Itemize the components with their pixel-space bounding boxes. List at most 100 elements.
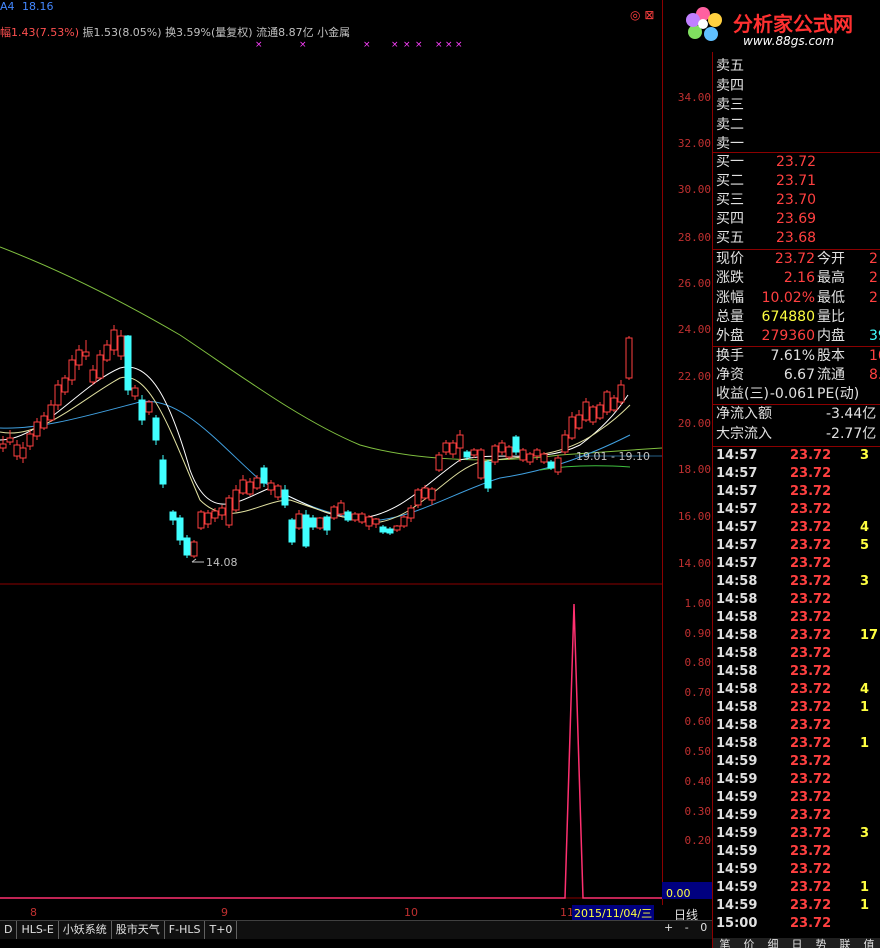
quote-label: 涨跌 [716,270,744,287]
indicator-current-box: 0.00 [662,882,712,900]
quote-label: 外盘 [716,328,744,345]
candle-body [330,506,338,519]
candle-body [442,442,450,453]
tab-xiaoyao[interactable]: 小妖系统 [59,921,112,939]
panel-tab[interactable]: 值 [857,939,880,948]
candle-body [117,335,125,357]
candle-body [218,507,226,516]
tick-price: 23.72 [790,862,832,877]
sell-level-label: 卖四 [716,77,744,94]
tick-volume: 1 [860,700,870,715]
tick-row: 14:57 23.72 5 [716,537,869,555]
tab-hls-e[interactable]: HLS-E [17,921,59,939]
candle-body [61,377,69,393]
tick-price: 23.72 [790,682,832,697]
price-tick: 34.00 [677,91,711,104]
svg-text:×: × [299,40,307,50]
candle-body [337,502,345,515]
candle-body [505,446,513,458]
tick-row: 14:59 23.72 3 [716,825,869,843]
panel-tab[interactable]: 笔 [713,939,737,948]
panel-tab[interactable]: 细 [761,939,785,948]
tick-time: 14:57 [716,538,758,553]
tick-row: 14:59 23.72 [716,843,860,861]
tick-price: 23.72 [790,448,832,463]
tick-time: 14:57 [716,466,758,481]
tab-market-weather[interactable]: 股市天气 [112,921,165,939]
candle-body [498,442,506,453]
indicator-tick: 0.50 [684,745,712,758]
candle-body [449,442,457,455]
indicator-tick: 0.80 [684,656,712,669]
tick-row: 14:59 23.72 [716,753,860,771]
candle-body [232,489,240,511]
zoom-controls: + - 0 [664,921,707,934]
buy-level-price: 23.71 [776,173,817,189]
tick-time: 14:58 [716,664,758,679]
svg-text:×: × [455,40,463,50]
candle-body [246,481,254,495]
zoom-in-button[interactable]: + [664,921,673,934]
indicator-line [0,603,662,899]
tab-f-hls[interactable]: F-HLS [165,921,206,939]
candle-body [159,459,167,485]
panel-tab[interactable]: 价 [737,939,761,948]
svg-text:×: × [445,40,453,50]
tab-d[interactable]: D [0,921,18,939]
tick-row: 14:57 23.72 [716,465,860,483]
x-label: 10 [404,906,418,919]
candle-body [568,416,576,439]
zoom-reset-button[interactable]: 0 [700,921,707,934]
tick-time: 14:59 [716,790,758,805]
tick-row: 14:58 23.72 [716,663,860,681]
tick-price: 23.72 [790,610,832,625]
tick-price: 23.72 [790,628,832,643]
candle-body [386,528,394,534]
candle-body [288,519,296,543]
tick-time: 14:59 [716,880,758,895]
buy-level-price: 23.72 [776,154,817,170]
candle-body [110,329,118,351]
candle-body [103,344,111,361]
tick-time: 15:00 [716,916,758,931]
panel-tab[interactable]: 联 [833,939,857,948]
low-price-label: 14.08 [206,556,238,569]
candle-body [26,433,34,447]
tick-time: 14:59 [716,898,758,913]
indicator-tick: 1.00 [684,597,712,610]
quote-label-2: 股本 [817,347,845,364]
quote-row: 收益(三) -0.061 PE(动) [716,385,880,404]
tick-price: 23.72 [790,718,832,733]
buy-level-price: 23.69 [776,211,817,227]
site-logo: 分析家公式网 www.88gs.com [681,0,880,52]
candle-body [575,414,583,429]
candle-body [260,467,268,484]
quote-value-2: 2 [869,251,878,267]
quote-label: 现价 [716,251,744,267]
sell-level-row: 卖三 [716,96,744,115]
candle-body [176,517,184,541]
tick-price: 23.72 [790,556,832,571]
zoom-out-button[interactable]: - [685,921,689,934]
svg-text:×: × [435,40,443,50]
flow-value: -3.44亿 [826,406,877,422]
panel-tab[interactable]: 日 [785,939,809,948]
buy-level-label: 买五 [716,230,744,246]
candle-body [96,354,104,379]
candle-body [274,485,282,498]
quote-label: 收益(三) [716,386,769,403]
candle-body [344,511,352,521]
tab-t0[interactable]: T+0 [205,921,238,939]
buy-level-row: 买一 23.72 [716,153,880,172]
candle-body [372,518,380,525]
candlestick-chart[interactable]: × × × × × × × × × [0,0,662,905]
tick-price: 23.72 [790,880,832,895]
tick-volume: 5 [860,538,870,553]
candle-body [596,404,604,419]
indicator-tick: 0.30 [684,805,712,818]
flow-label: 大宗流入 [716,426,772,442]
tick-time: 14:59 [716,808,758,823]
candle-body [491,445,499,463]
quote-row: 现价 23.72 今开 2 [716,250,880,269]
panel-tab[interactable]: 势 [809,939,833,948]
